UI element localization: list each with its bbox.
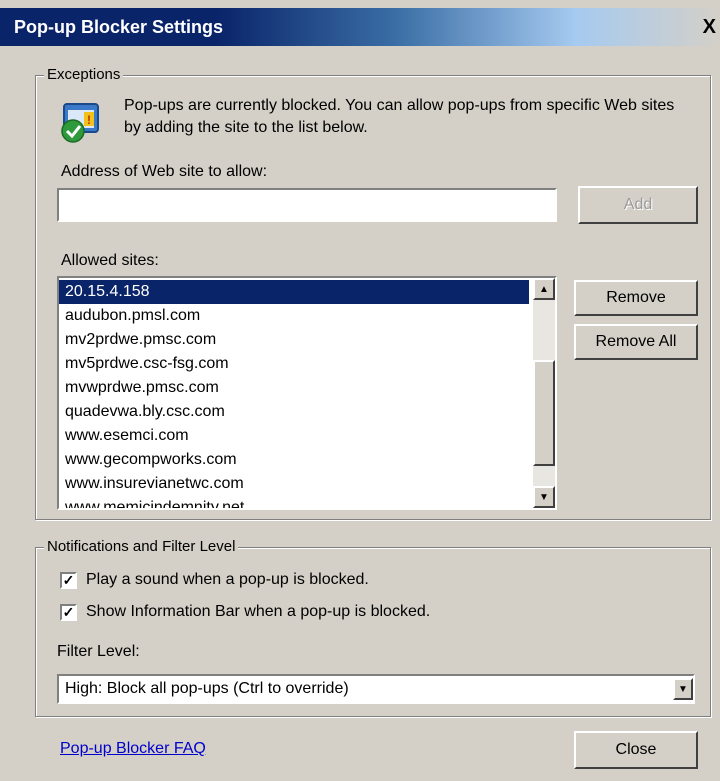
close-button[interactable]: Close xyxy=(574,731,698,769)
play-sound-checkbox[interactable]: ✓ xyxy=(60,572,77,589)
checkmark-icon: ✓ xyxy=(62,572,75,588)
exceptions-description: Pop-ups are currently blocked. You can a… xyxy=(124,97,675,136)
address-input[interactable] xyxy=(57,188,557,222)
show-infobar-label[interactable]: Show Information Bar when a pop-up is bl… xyxy=(86,603,430,621)
exceptions-group-label: Exceptions xyxy=(44,66,124,83)
add-button[interactable]: Add xyxy=(578,186,698,224)
allowed-site-item[interactable]: www.memicindemnity.net xyxy=(59,496,529,508)
remove-all-button[interactable]: Remove All xyxy=(574,324,698,360)
allowed-site-item[interactable]: www.esemci.com xyxy=(59,424,529,448)
title-bar[interactable]: Pop-up Blocker Settings X xyxy=(0,8,720,46)
checkmark-icon: ✓ xyxy=(62,604,75,620)
remove-button-label: Remove xyxy=(606,289,666,306)
add-button-label: Add xyxy=(623,196,653,213)
filter-level-label: Filter Level: xyxy=(57,643,140,660)
allowed-site-item[interactable]: mv5prdwe.csc-fsg.com xyxy=(59,352,529,376)
allowed-site-item[interactable]: mv2prdwe.pmsc.com xyxy=(59,328,529,352)
allowed-site-item[interactable]: mvwprdwe.pmsc.com xyxy=(59,376,529,400)
scroll-down-icon[interactable]: ▼ xyxy=(533,486,555,508)
popup-blocker-dialog: Pop-up Blocker Settings X Exceptions ! P… xyxy=(0,0,720,781)
svg-text:!: ! xyxy=(87,113,91,127)
allowed-site-item[interactable]: www.insurevianetwc.com xyxy=(59,472,529,496)
allowed-site-item[interactable]: www.gecompworks.com xyxy=(59,448,529,472)
scroll-up-icon[interactable]: ▲ xyxy=(533,278,555,300)
close-icon[interactable]: X xyxy=(703,16,716,39)
allowed-site-item[interactable]: audubon.pmsl.com xyxy=(59,304,529,328)
show-infobar-checkbox[interactable]: ✓ xyxy=(60,604,77,621)
allowed-site-item[interactable]: 20.15.4.158 xyxy=(59,280,529,304)
list-scrollbar[interactable]: ▲ ▼ xyxy=(533,278,555,508)
close-button-label: Close xyxy=(615,741,657,758)
allowed-sites-listbox[interactable]: 20.15.4.158 audubon.pmsl.com mv2prdwe.pmsc… xyxy=(57,276,557,510)
allowed-sites-label: Allowed sites: xyxy=(61,252,159,269)
filter-level-value: High: Block all pop-ups (Ctrl to overrid… xyxy=(65,680,349,697)
allowed-site-item[interactable]: quadevwa.bly.csc.com xyxy=(59,400,529,424)
address-label: Address of Web site to allow: xyxy=(61,163,268,180)
chevron-down-icon[interactable]: ▼ xyxy=(673,678,693,700)
popup-blocker-faq-link[interactable]: Pop-up Blocker FAQ xyxy=(60,740,206,758)
allowed-sites-list: 20.15.4.158 audubon.pmsl.com mv2prdwe.pmsc… xyxy=(59,280,529,508)
popup-blocker-shield-icon: ! xyxy=(58,100,102,144)
notifications-group-label: Notifications and Filter Level xyxy=(44,538,239,555)
scroll-thumb[interactable] xyxy=(533,360,555,466)
remove-all-button-label: Remove All xyxy=(595,333,677,350)
play-sound-label[interactable]: Play a sound when a pop-up is blocked. xyxy=(86,571,369,589)
filter-level-select[interactable]: High: Block all pop-ups (Ctrl to overrid… xyxy=(57,674,695,704)
remove-button[interactable]: Remove xyxy=(574,280,698,316)
dialog-title: Pop-up Blocker Settings xyxy=(14,17,224,37)
